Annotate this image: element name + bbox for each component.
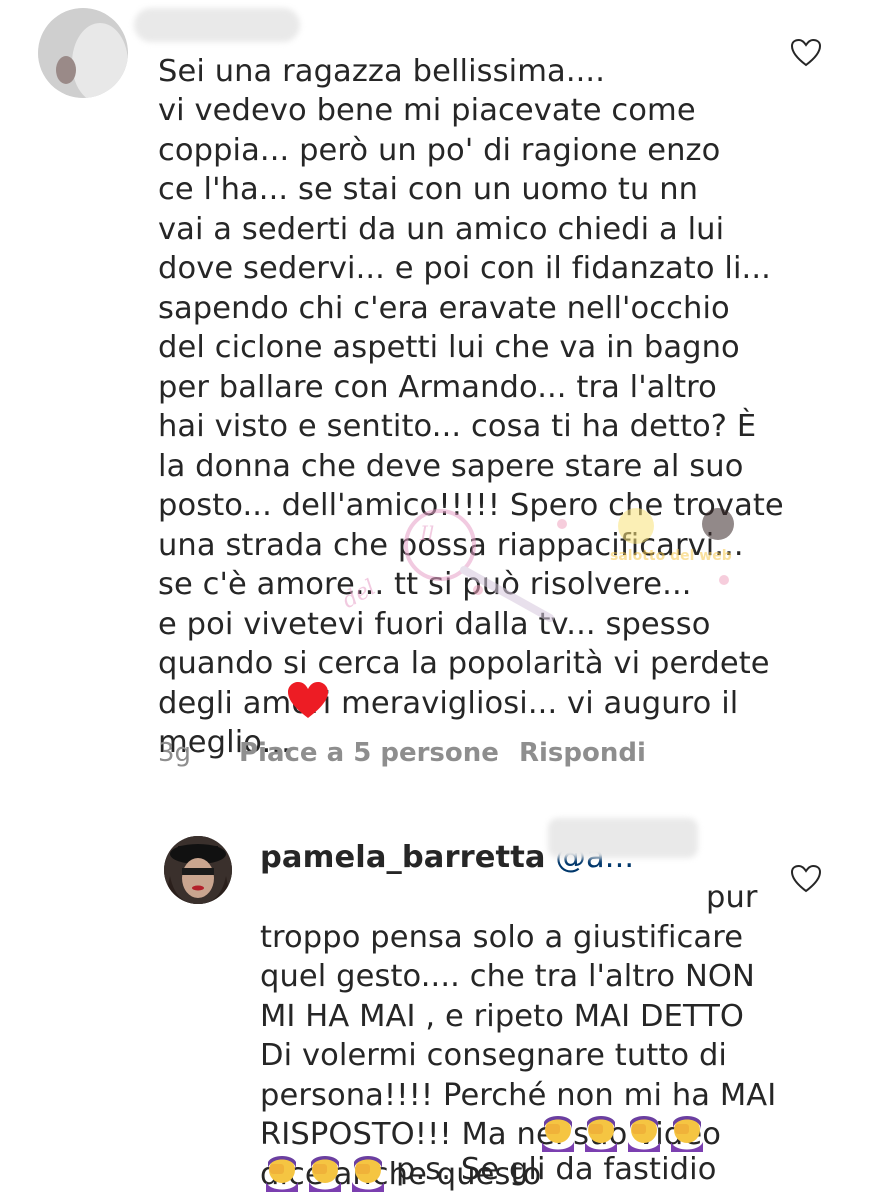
comment-text: Sei una ragazza bellissima.... vi vedevo… bbox=[158, 53, 784, 761]
avatar-placeholder-icon bbox=[38, 8, 128, 98]
woman-facepalming-icon bbox=[542, 1116, 574, 1152]
user-photo-icon bbox=[164, 836, 232, 904]
like-heart-icon[interactable] bbox=[790, 38, 822, 68]
comment-meta-row: 3g Piace a 5 persone Rispondi bbox=[158, 738, 758, 772]
woman-facepalming-icon bbox=[266, 1156, 298, 1192]
redacted-mention bbox=[548, 818, 698, 858]
comment-text-fragment: p.s. Se gli da fastidio bbox=[396, 1152, 717, 1187]
comment-body: Sei una ragazza bellissima.... vi vedevo… bbox=[158, 12, 798, 763]
likes-count-link[interactable]: Piace a 5 persone bbox=[239, 738, 499, 768]
reply-button[interactable]: Rispondi bbox=[519, 738, 646, 768]
avatar[interactable] bbox=[164, 836, 232, 904]
timestamp: 3g bbox=[158, 738, 192, 768]
facepalm-emoji-row bbox=[538, 1112, 708, 1152]
username-link[interactable]: pamela_barretta bbox=[260, 840, 546, 875]
like-heart-icon[interactable] bbox=[790, 864, 822, 894]
comment-last-line: p.s. Se gli da fastidio bbox=[396, 1150, 716, 1190]
facepalm-emoji-row bbox=[262, 1152, 392, 1192]
avatar[interactable] bbox=[38, 8, 128, 98]
red-heart-icon bbox=[288, 682, 328, 720]
